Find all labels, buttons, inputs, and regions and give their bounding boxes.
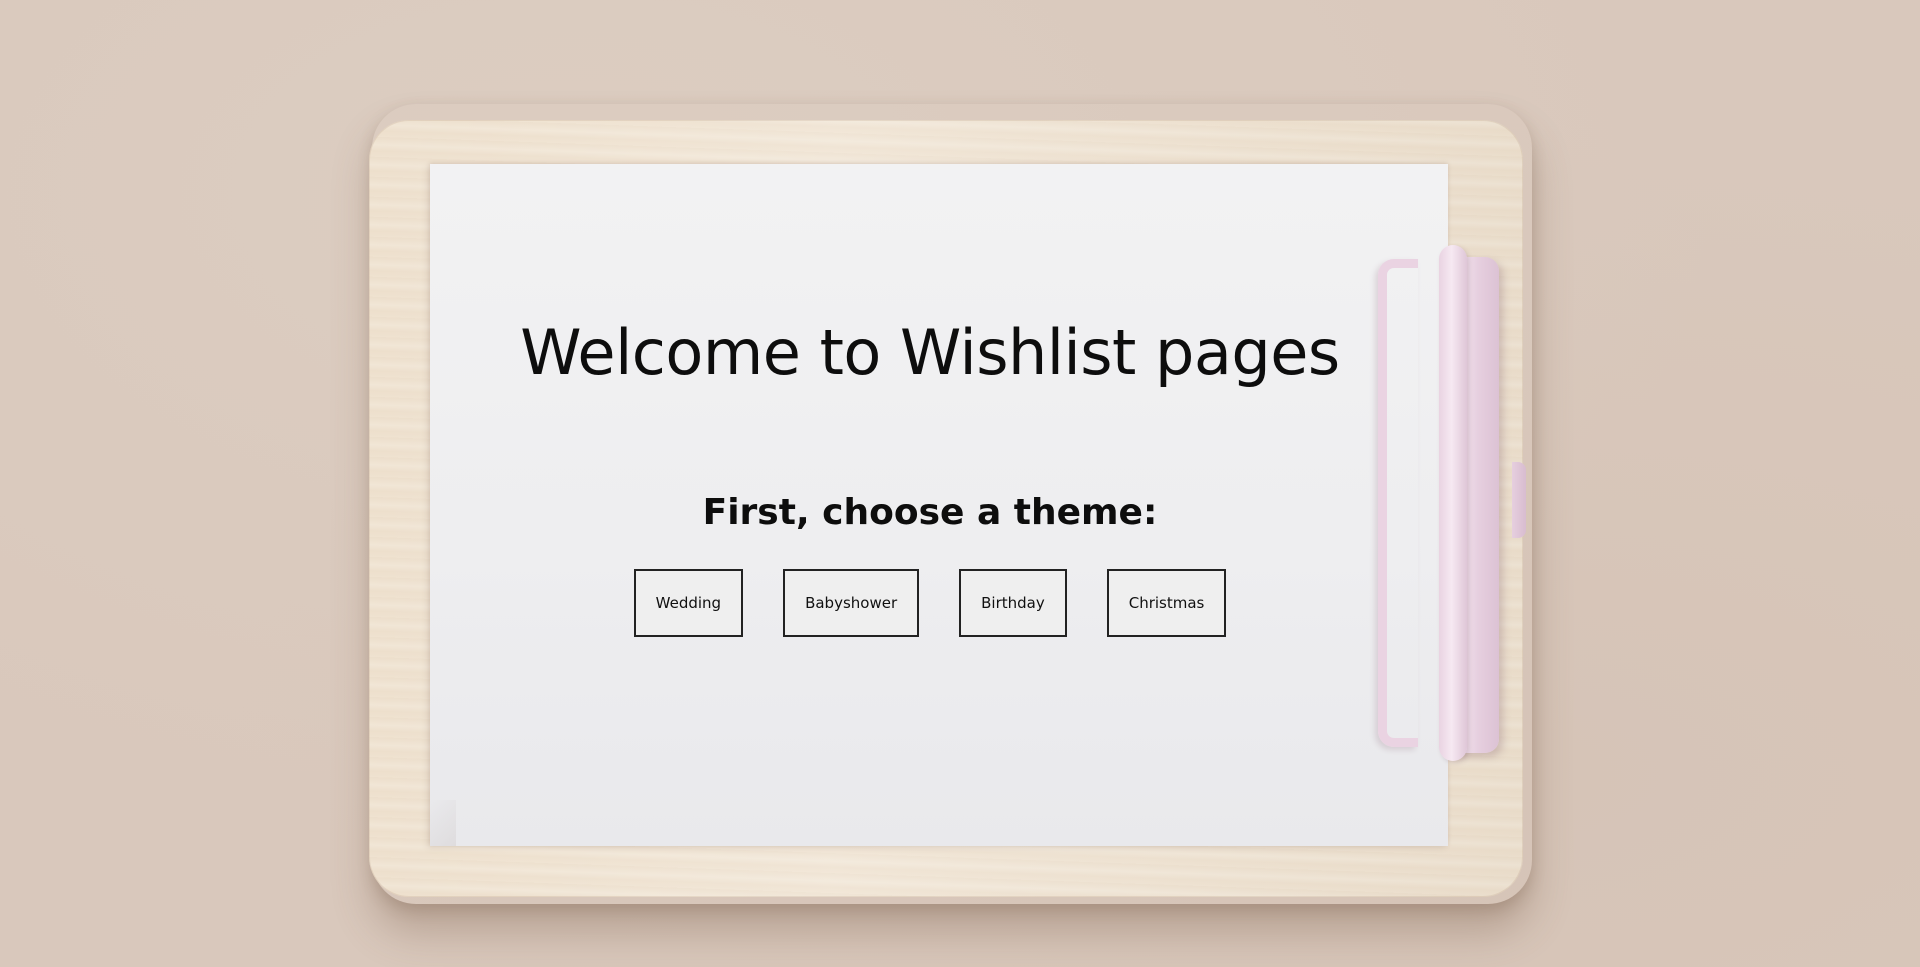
wedding-theme-button[interactable]: Wedding (633, 569, 744, 637)
clip-tab (1512, 462, 1526, 538)
babyshower-theme-button[interactable]: Babyshower (783, 569, 920, 637)
theme-button-group: Wedding Babyshower Birthday Christmas (430, 569, 1430, 637)
birthday-theme-button[interactable]: Birthday (959, 569, 1067, 637)
page-title: Welcome to Wishlist pages (520, 316, 1340, 389)
christmas-theme-button[interactable]: Christmas (1106, 569, 1227, 637)
theme-prompt: First, choose a theme: (702, 492, 1158, 533)
clip-roller (1439, 245, 1467, 761)
welcome-content: Welcome to Wishlist pages First, choose … (430, 164, 1430, 846)
